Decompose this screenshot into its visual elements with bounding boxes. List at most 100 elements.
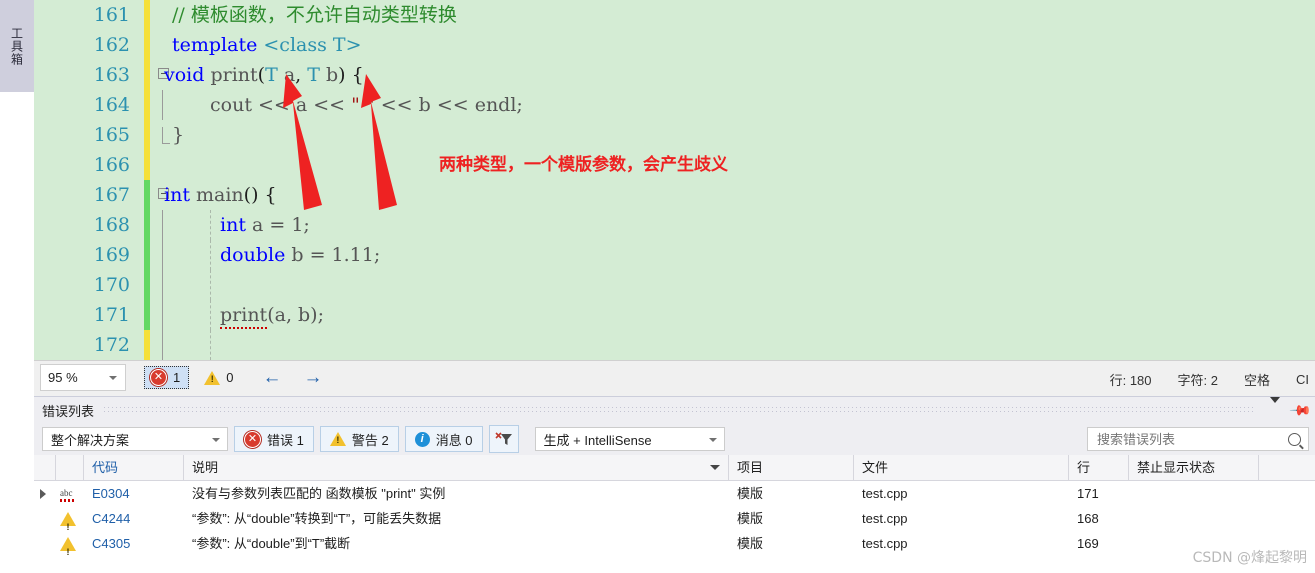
- code-line[interactable]: 169 double b = 1.11;: [34, 240, 1315, 270]
- panel-menu-button[interactable]: [1264, 397, 1286, 417]
- column-header-description[interactable]: 说明: [184, 455, 729, 480]
- line-number: 171: [93, 304, 130, 326]
- column-header-project[interactable]: 项目: [729, 455, 854, 480]
- messages-toggle-label: 消息 0: [435, 432, 473, 448]
- scope-filter-value: 整个解决方案: [51, 432, 130, 448]
- error-icon: ✕: [244, 430, 261, 448]
- code-line[interactable]: 167 int main() {: [34, 180, 1315, 210]
- error-list-toolbar: 整个解决方案 ✕ 错误 1 警告 2 i 消息 0: [34, 423, 1315, 455]
- line-text: int a = 1;: [220, 214, 310, 236]
- status-nav-arrows: ← →: [262, 368, 322, 387]
- line-number: 165: [93, 124, 130, 146]
- code-line[interactable]: 163 void print(T a, T b) {: [34, 60, 1315, 90]
- warnings-toggle-label: 警告 2: [351, 432, 389, 448]
- row-expander[interactable]: [34, 481, 56, 506]
- table-row[interactable]: C4244 “参数”: 从“double”转换到“T”，可能丢失数据 模版 te…: [34, 506, 1315, 531]
- titlebar-drag-handle[interactable]: [104, 406, 1254, 414]
- code-line[interactable]: 165 }: [34, 120, 1315, 150]
- column-header-line[interactable]: 行: [1069, 455, 1129, 480]
- column-header-suppression[interactable]: 禁止显示状态: [1129, 455, 1259, 480]
- table-row[interactable]: abc E0304 没有与参数列表匹配的 函数模板 "print" 实例 模版 …: [34, 481, 1315, 506]
- column-header-code[interactable]: 代码: [84, 455, 184, 480]
- status-line: 行: 180: [1109, 372, 1152, 388]
- change-bar: [144, 150, 150, 180]
- row-project: 模版: [737, 511, 764, 526]
- info-icon: i: [414, 431, 430, 447]
- change-bar: [144, 30, 150, 60]
- line-number: 172: [93, 334, 130, 356]
- warning-icon: [60, 511, 76, 531]
- line-text: cout << a << " " << b << endl;: [210, 94, 523, 116]
- chevron-down-icon: [1269, 397, 1280, 417]
- warnings-toggle-button[interactable]: 警告 2: [319, 426, 399, 452]
- zoom-level-combo[interactable]: 95 %: [40, 364, 126, 391]
- status-eol[interactable]: CI: [1296, 372, 1309, 387]
- scope-filter-combo[interactable]: 整个解决方案: [42, 427, 228, 451]
- search-box[interactable]: [1087, 427, 1309, 451]
- search-icon: [1288, 433, 1301, 446]
- line-text: void print(T a, T b) {: [164, 64, 364, 86]
- chevron-right-icon: [40, 489, 46, 499]
- change-bar: [144, 210, 150, 240]
- left-margin-strip: [0, 92, 35, 360]
- code-line[interactable]: 164 cout << a << " " << b << endl;: [34, 90, 1315, 120]
- status-warning-count[interactable]: 0: [192, 368, 241, 387]
- status-error-value: 1: [173, 370, 181, 385]
- change-bar: [144, 240, 150, 270]
- code-line[interactable]: 172: [34, 330, 1315, 360]
- column-header-file[interactable]: 文件: [854, 455, 1069, 480]
- sort-descending-icon: [710, 465, 720, 470]
- errors-toggle-button[interactable]: ✕ 错误 1: [234, 426, 314, 452]
- row-project: 模版: [737, 536, 764, 551]
- row-description: “参数”: 从“double”转换到“T”，可能丢失数据: [192, 511, 442, 526]
- row-code: E0304: [92, 486, 130, 501]
- code-line[interactable]: 171 print(a, b);: [34, 300, 1315, 330]
- line-number: 166: [93, 154, 130, 176]
- toolbox-tab[interactable]: 工具箱: [0, 0, 35, 92]
- panel-pin-button[interactable]: 📌: [1286, 398, 1315, 422]
- row-line: 171: [1077, 486, 1099, 501]
- status-indent[interactable]: 空格: [1244, 370, 1270, 389]
- column-header-severity[interactable]: [56, 455, 84, 480]
- intellisense-squiggle-icon: abc: [60, 488, 76, 502]
- error-list-titlebar: 错误列表 📌: [34, 397, 1315, 423]
- line-number: 162: [93, 34, 130, 56]
- change-bar: [144, 270, 150, 300]
- status-error-count[interactable]: ✕ 1: [144, 366, 190, 389]
- table-row[interactable]: C4305 “参数”: 从“double”到“T”截断 模版 test.cpp …: [34, 531, 1315, 556]
- messages-toggle-button[interactable]: i 消息 0: [404, 426, 483, 452]
- chevron-down-icon: [708, 438, 717, 442]
- status-warning-value: 0: [226, 370, 234, 385]
- change-bar: [144, 330, 150, 360]
- editor-status-bar: 95 % ✕ 1 0 ← → 行: 180 字符: 2 空格 CI: [34, 360, 1315, 397]
- next-error-icon[interactable]: →: [303, 368, 322, 387]
- code-line[interactable]: 161 // 模板函数，不允许自动类型转换: [34, 0, 1315, 30]
- status-caret-info: 行: 180 字符: 2 空格 CI: [1110, 361, 1315, 397]
- row-line: 169: [1077, 536, 1099, 551]
- row-description: 没有与参数列表匹配的 函数模板 "print" 实例: [192, 486, 446, 501]
- change-bar: [144, 120, 150, 150]
- errors-toggle-label: 错误 1: [267, 432, 304, 448]
- previous-error-icon[interactable]: ←: [262, 368, 281, 387]
- search-input[interactable]: [1095, 430, 1289, 448]
- csdn-watermark: CSDN @烽起黎明: [1192, 550, 1307, 566]
- annotation-text: 两种类型，一个模版参数，会产生歧义: [439, 155, 728, 175]
- toolbox-label: 工具箱: [9, 26, 24, 66]
- row-description: “参数”: 从“double”到“T”截断: [192, 536, 351, 551]
- clear-filter-button[interactable]: [488, 425, 519, 453]
- visual-studio-window: 工具箱 161 // 模板函数，不允许自动类型转换 162 template <…: [0, 0, 1315, 573]
- column-header-expander[interactable]: [34, 455, 56, 480]
- change-bar: [144, 60, 150, 90]
- code-line[interactable]: 170: [34, 270, 1315, 300]
- row-file: test.cpp: [862, 486, 908, 501]
- clear-filter-icon: [494, 432, 512, 445]
- change-bar: [144, 90, 150, 120]
- build-filter-value: 生成 + IntelliSense: [543, 432, 652, 448]
- code-editor[interactable]: 161 // 模板函数，不允许自动类型转换 162 template <clas…: [34, 0, 1315, 360]
- code-line[interactable]: 168 int a = 1;: [34, 210, 1315, 240]
- error-list-title: 错误列表: [42, 403, 95, 419]
- build-filter-combo[interactable]: 生成 + IntelliSense: [534, 427, 725, 451]
- line-text: print(a, b);: [220, 300, 324, 330]
- code-line[interactable]: 162 template <class T>: [34, 30, 1315, 60]
- warning-icon: [60, 536, 76, 556]
